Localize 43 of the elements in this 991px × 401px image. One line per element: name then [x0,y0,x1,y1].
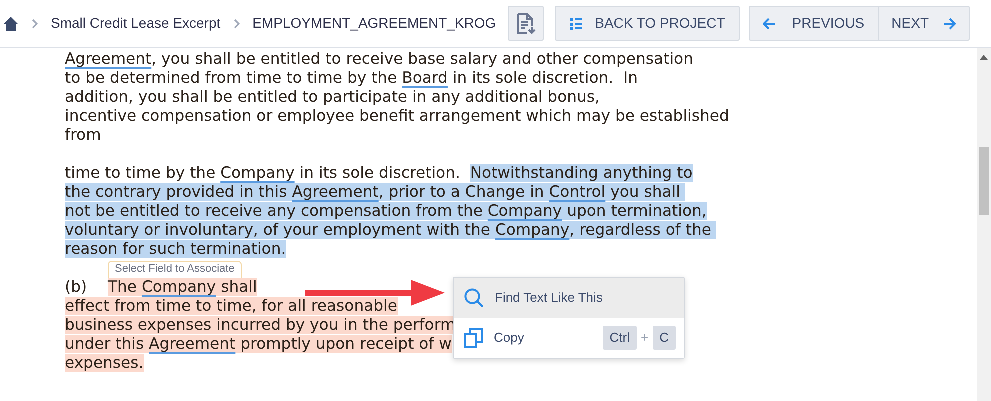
defined-term-link[interactable]: Board [402,69,448,87]
export-document-icon[interactable] [508,6,544,41]
document-line: The Company shall [108,278,258,297]
document-line: addition, you shall be entitled to participate in any additional bonus, [65,88,600,107]
document-line: incentive compensation or employee benefit arrangement which may be established [65,107,730,126]
document-line: the contrary provided in this Agreement, prior to a Change in Control you shall [65,183,686,202]
document-line: not be entitled to receive any compensation from the Company upon termination, [65,202,707,221]
document-line: from [65,126,102,145]
defined-term-link[interactable]: Company [220,164,295,182]
breadcrumb-link[interactable]: Small Credit Lease Excerpt [51,13,221,34]
defined-term-link[interactable]: Agreement [292,183,379,201]
back-to-project-button[interactable]: BACK TO PROJECT [555,6,740,41]
arrow-right-icon [943,18,956,30]
document-line: time to time by the Company in its sole discretion. Notwithstanding anything to [65,164,693,183]
key-cap: Ctrl [602,326,638,350]
arrow-left-icon [763,18,776,30]
menu-item[interactable]: Copy Ctrl + C [454,318,684,358]
defined-term-link[interactable]: Agreement [65,50,152,68]
defined-term-link[interactable]: Company [495,221,570,239]
scroll-thumb[interactable] [979,147,989,215]
scroll-up-icon[interactable] [980,55,988,60]
copy-icon [464,328,483,348]
chevron-icon [32,18,38,28]
menu-item[interactable]: Find Text Like This [454,278,684,318]
defined-term-link[interactable]: Agreement [149,335,236,353]
chevron-icon [234,18,240,28]
clause-number: (b) [65,278,88,297]
defined-term-link[interactable]: Company [488,202,562,220]
next-button[interactable]: NEXT [878,6,970,41]
defined-term-link[interactable]: Company [142,278,216,296]
search-icon [464,288,484,308]
document-line: to be determined from time to time by the Board in its sole discretion. In [65,69,638,88]
scrollbar[interactable] [977,48,991,401]
document-line: under this Agreement promptly upon receipt of w [65,335,452,354]
document-line: voluntary or involuntary, of your employment with the Company, regardless of the [65,221,716,240]
breadcrumb-link[interactable]: EMPLOYMENT_AGREEMENT_KROG [252,13,496,34]
key-cap: C [652,326,676,350]
home-icon[interactable] [3,16,19,32]
document-line: Agreement, you shall be entitled to receive base salary and other compensation [65,50,694,69]
plus-sign: + [641,329,649,348]
previous-button[interactable]: PREVIOUS [749,6,879,41]
list-icon [570,18,582,30]
defined-term-link[interactable]: Control [549,183,606,201]
